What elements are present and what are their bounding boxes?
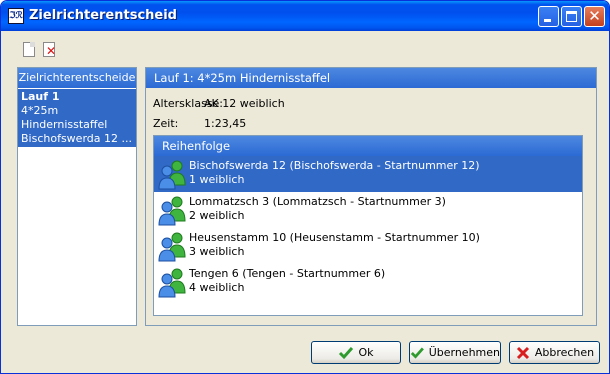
delete-document-button[interactable]: ✕ xyxy=(42,42,58,58)
order-list-header: Reihenfolge xyxy=(154,136,582,156)
users-icon xyxy=(158,160,186,190)
order-list-item[interactable]: Bischofswerda 12 (Bischofswerda - Startn… xyxy=(154,156,582,192)
ok-label: Ok xyxy=(358,346,374,359)
entry-subtitle: 1 weiblich xyxy=(189,173,245,186)
entry-subtitle: 2 weiblich xyxy=(189,209,245,222)
new-document-button[interactable] xyxy=(21,42,37,58)
maximize-icon xyxy=(566,11,577,22)
entry-title: Bischofswerda 12 (Bischofswerda - Startn… xyxy=(189,159,480,172)
zeit-value: 1:23,45 xyxy=(204,117,247,130)
order-list-item[interactable]: Heusenstamm 10 (Heusenstamm - Startnumme… xyxy=(154,228,582,264)
order-list-item[interactable]: Lommatzsch 3 (Lommatzsch - Startnummer 3… xyxy=(154,192,582,228)
decision-list-item[interactable]: Lauf 1 4*25m Hindernisstaffel Bischofswe… xyxy=(18,89,136,147)
zeit-label: Zeit: xyxy=(153,117,179,130)
decision-item-team: Bischofswerda 12 ... xyxy=(21,132,132,145)
page-fold xyxy=(30,42,35,47)
order-list-item[interactable]: Tengen 6 (Tengen - Startnummer 6) 4 weib… xyxy=(154,264,582,300)
close-button[interactable]: ✕ xyxy=(584,6,605,27)
entry-title: Tengen 6 (Tengen - Startnummer 6) xyxy=(189,267,386,280)
close-icon: ✕ xyxy=(588,7,601,25)
decision-detail-panel: Lauf 1: 4*25m Hindernisstaffel Alterskla… xyxy=(145,67,597,326)
users-icon xyxy=(158,196,186,226)
entry-subtitle: 4 weiblich xyxy=(189,281,245,294)
checkmark-icon xyxy=(339,346,354,359)
entry-title: Heusenstamm 10 (Heusenstamm - Startnumme… xyxy=(189,231,480,244)
detail-header: Lauf 1: 4*25m Hindernisstaffel xyxy=(146,68,596,88)
users-icon xyxy=(158,268,186,298)
apply-label: Übernehmen xyxy=(428,346,500,359)
altersklasse-value: AK 12 weiblich xyxy=(204,97,285,110)
app-icon: ℑℛ xyxy=(8,8,24,24)
decisions-list-panel: Zielrichterentscheide Lauf 1 4*25m Hinde… xyxy=(17,67,137,326)
title-bar[interactable]: ℑℛ Zielrichterentscheid ✕ xyxy=(1,1,609,31)
entry-subtitle: 3 weiblich xyxy=(189,245,245,258)
order-list: Reihenfolge Bischofswerda 12 (Bischofswe… xyxy=(153,135,583,316)
cancel-button[interactable]: Abbrechen xyxy=(509,341,600,364)
users-icon xyxy=(158,232,186,262)
minimize-icon xyxy=(544,19,551,22)
window-title: Zielrichterentscheid xyxy=(29,8,177,23)
checkmark-icon xyxy=(410,346,424,359)
cross-icon xyxy=(516,346,529,359)
apply-button[interactable]: Übernehmen xyxy=(409,341,501,364)
maximize-button[interactable] xyxy=(561,6,582,27)
decision-item-discipline: 4*25m Hindernisstaffel xyxy=(21,104,108,131)
dialog-window: ℑℛ Zielrichterentscheid ✕ ✕ Zielrichtere… xyxy=(0,0,610,374)
delete-x-icon: ✕ xyxy=(46,44,57,58)
cancel-label: Abbrechen xyxy=(534,346,595,359)
minimize-button[interactable] xyxy=(538,6,559,27)
decision-item-title: Lauf 1 xyxy=(21,90,60,103)
ok-button[interactable]: Ok xyxy=(311,341,401,364)
decisions-list-header: Zielrichterentscheide xyxy=(18,68,136,88)
entry-title: Lommatzsch 3 (Lommatzsch - Startnummer 3… xyxy=(189,195,446,208)
